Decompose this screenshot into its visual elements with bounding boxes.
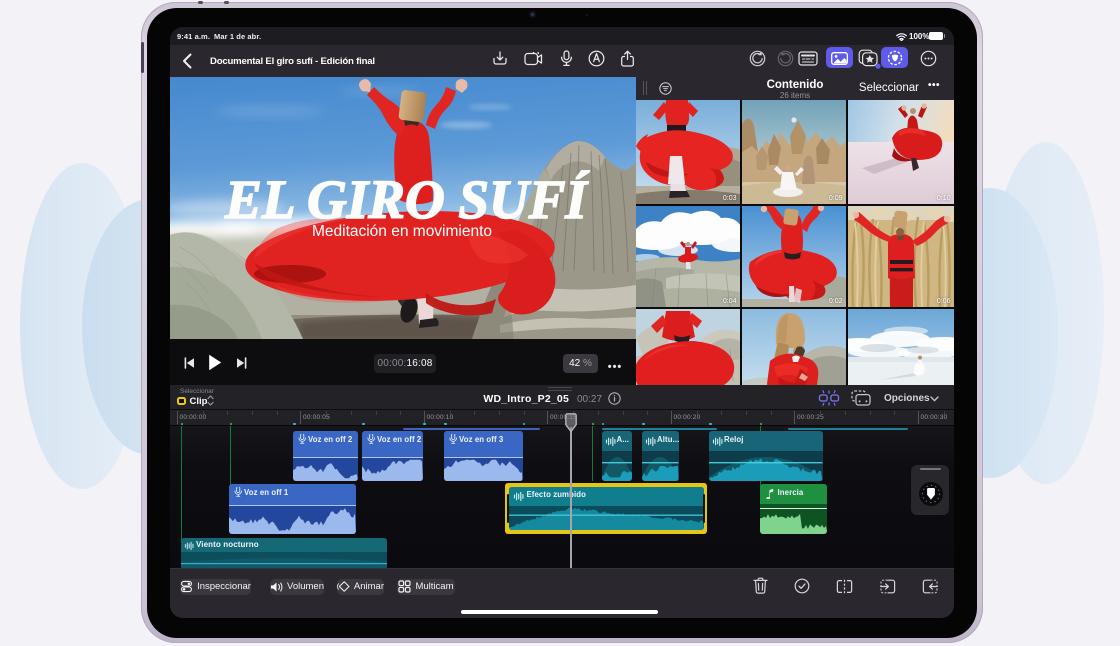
svg-text:EL GIRO SUFÍ: EL GIRO SUFÍ [224,169,589,230]
svg-text:Meditación en movimiento: Meditación en movimiento [312,223,492,240]
